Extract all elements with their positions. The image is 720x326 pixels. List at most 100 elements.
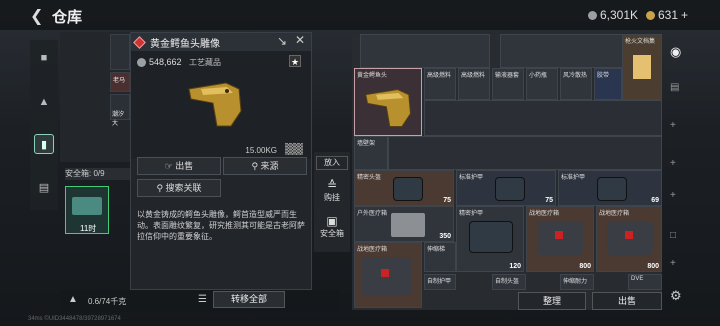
- warehouse-item[interactable]: 自制护甲: [424, 274, 456, 290]
- top-bar: ❮ 仓库 6,301K 631 +: [0, 0, 720, 30]
- slot-label: 潮汐大: [112, 112, 125, 127]
- warehouse-item[interactable]: 输液器套: [492, 68, 524, 100]
- case-tab-icon[interactable]: ▤: [34, 178, 54, 198]
- item-label: 伸缩耐力: [563, 279, 588, 285]
- armor-vest-icon: [495, 177, 525, 201]
- warehouse-item[interactable]: 战地医疗箱 800: [526, 206, 594, 272]
- warehouse-item[interactable]: 伸缩耐力: [560, 274, 594, 290]
- warehouse-item[interactable]: 高级燃料: [458, 68, 490, 100]
- armor-tab-icon[interactable]: ▲: [34, 92, 54, 112]
- item-label: 精密护甲: [459, 211, 484, 217]
- warehouse-item[interactable]: 伸缩梯: [424, 242, 456, 272]
- hanger-icon: ≙: [326, 178, 338, 192]
- item-size-grid-icon: [285, 143, 303, 155]
- item-count: 800: [579, 263, 591, 270]
- armor-vest-icon: [469, 221, 513, 253]
- safe-icon: ▣: [326, 214, 338, 228]
- warehouse-item[interactable]: 胶带: [594, 68, 622, 100]
- warehouse-sell-button[interactable]: 出售: [592, 292, 662, 310]
- warehouse-item[interactable]: 小药瓶: [526, 68, 558, 100]
- item-durability: 75: [443, 197, 451, 204]
- back-arrow-icon[interactable]: ❮: [30, 6, 43, 26]
- right-nav: ◉ ▤ + + + □ + ⚙: [665, 40, 685, 310]
- settings-gear-icon[interactable]: ⚙: [670, 288, 682, 304]
- red-cross-icon: [381, 269, 389, 277]
- search-icon: ⚲: [251, 161, 261, 171]
- item-label: 标准护甲: [459, 175, 484, 181]
- capacity-bar: ▲ 0.6/74千克 ☰ 转移全部: [60, 290, 340, 312]
- add-gold-icon[interactable]: +: [681, 8, 688, 22]
- close-icon[interactable]: ✕: [295, 33, 305, 47]
- warehouse-item[interactable]: [360, 34, 490, 68]
- item-label: 枪火文档集: [625, 39, 656, 45]
- hang-button[interactable]: ≙ 购挂: [316, 178, 348, 203]
- search-icon: ⚲: [156, 183, 166, 193]
- add-tab-icon[interactable]: +: [670, 258, 676, 269]
- item-label: 战地医疗箱: [529, 211, 560, 217]
- add-tab-icon[interactable]: +: [670, 190, 676, 201]
- sort-button[interactable]: 整理: [518, 292, 586, 310]
- item-label: 输液器套: [495, 73, 520, 79]
- armor-vest-icon: [597, 177, 627, 201]
- warehouse-item[interactable]: 标准护甲 75: [456, 170, 556, 206]
- search-related-button[interactable]: ⚲ 搜索关联: [137, 179, 221, 197]
- item-label: DVE: [631, 276, 644, 282]
- empty-slots[interactable]: [388, 136, 662, 170]
- warehouse-item[interactable]: [500, 34, 630, 68]
- add-tab-icon[interactable]: +: [670, 120, 676, 131]
- warehouse-item[interactable]: DVE: [628, 274, 662, 290]
- weapon-tab-icon[interactable]: ■: [34, 48, 54, 68]
- container-slot[interactable]: [110, 34, 130, 70]
- warehouse-item[interactable]: 战地医疗箱: [354, 242, 422, 308]
- warehouse-item[interactable]: 标准护甲 69: [558, 170, 662, 206]
- secure-box-label: 安全箱: 0/9: [65, 168, 132, 180]
- add-tab-icon[interactable]: +: [670, 158, 676, 169]
- search-related-label: 搜索关联: [165, 183, 202, 193]
- item-count: 800: [647, 263, 659, 270]
- source-button[interactable]: ⚲ 来源: [223, 157, 307, 175]
- shrink-icon[interactable]: ↘: [277, 34, 287, 48]
- warehouse-item[interactable]: 户外医疗箱 350: [354, 206, 454, 242]
- red-cross-icon: [555, 231, 563, 239]
- helmet-tab-icon[interactable]: ◉: [670, 44, 681, 60]
- warehouse-screen: ❮ 仓库 6,301K 631 + ■ ▲ ▮ ▤ 老马 潮汐大 安全箱: 0/…: [0, 0, 720, 326]
- warehouse-item[interactable]: 精密头盔 75: [354, 170, 454, 206]
- item-durability: 120: [509, 263, 521, 270]
- container-slot[interactable]: 潮汐大: [110, 94, 130, 127]
- place-button[interactable]: 放入: [316, 156, 348, 170]
- safe-box-button[interactable]: ▣ 安全箱: [316, 214, 348, 239]
- sort-label: 整理: [542, 296, 561, 306]
- storage-tab-icon[interactable]: ▤: [670, 82, 679, 93]
- warehouse-item[interactable]: 精密护甲 120: [456, 206, 524, 272]
- warehouse-item[interactable]: 战地医疗箱 800: [596, 206, 662, 272]
- lock-icon: □: [670, 230, 677, 241]
- item-label: 高级燃料: [427, 73, 452, 79]
- sell-button[interactable]: ☞ 出售: [137, 157, 221, 175]
- warehouse-item[interactable]: 风冷散热: [560, 68, 592, 100]
- detail-header: 黄金鳄鱼头雕像 ↘ ✕: [131, 33, 311, 51]
- place-label: 放入: [324, 158, 340, 167]
- warehouse-item-gold-crocodile[interactable]: 黄金鳄鱼头: [354, 68, 422, 136]
- list-icon[interactable]: ☰: [198, 294, 207, 305]
- container-slot[interactable]: 老马: [110, 72, 130, 92]
- secure-box-item[interactable]: 11时: [65, 186, 109, 234]
- gold-crocodile-statue-icon: [188, 82, 242, 127]
- item-label: 自制头盔: [495, 279, 520, 285]
- gold-crocodile-statue-icon: [365, 89, 411, 127]
- equipment-container: 老马 潮汐大: [60, 32, 130, 162]
- gold-currency[interactable]: 631 +: [646, 8, 688, 22]
- item-label: 胶带: [597, 73, 610, 79]
- warehouse-item[interactable]: 高级燃料: [424, 68, 456, 100]
- favorite-star-icon[interactable]: ★: [289, 55, 301, 67]
- item-weight: 15.00KG: [245, 146, 277, 155]
- warehouse-item[interactable]: 墙壁架: [354, 136, 388, 170]
- slot-label: 老马: [113, 78, 126, 84]
- item-description: 以黄金铸成的鳄鱼头雕像，鳄首造型威严而生动。表面雕纹繁复，研究推测其可能是古老阿…: [137, 210, 305, 241]
- warehouse-item[interactable]: 自制头盔: [492, 274, 526, 290]
- empty-slots[interactable]: [424, 100, 662, 136]
- move-all-button[interactable]: 转移全部: [213, 291, 285, 308]
- item-label: 小药瓶: [529, 73, 548, 79]
- secure-item-icon: [72, 197, 102, 215]
- backpack-tab-icon[interactable]: ▮: [34, 134, 54, 154]
- warehouse-item[interactable]: 枪火文档集: [622, 34, 662, 100]
